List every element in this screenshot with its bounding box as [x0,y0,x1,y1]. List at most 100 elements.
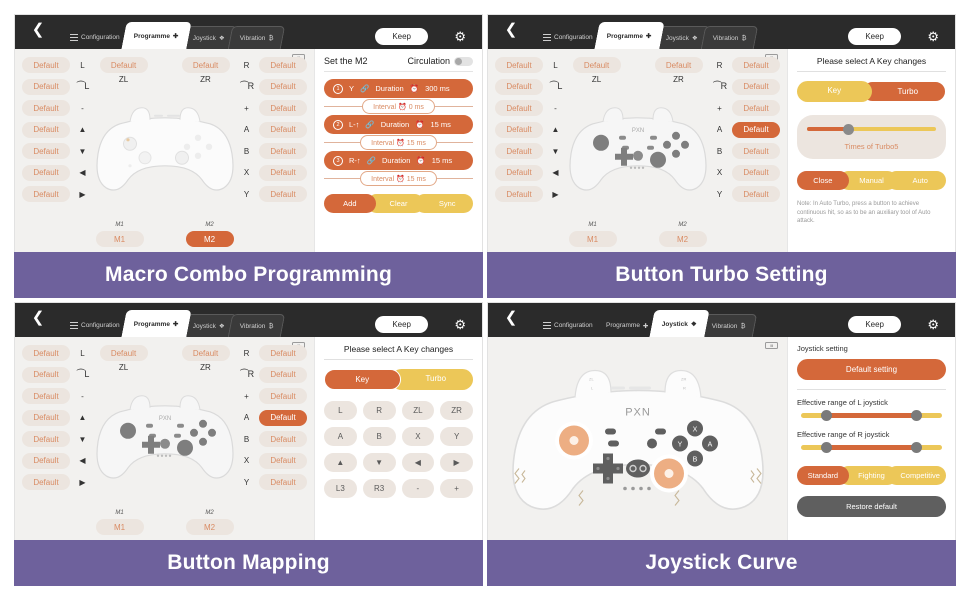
interval-chip[interactable]: Interval ⏰ 0 ms [362,99,435,114]
back-button[interactable]: ❮ [488,15,534,49]
keep-button[interactable]: Keep [848,316,901,333]
key-button[interactable]: A [324,427,357,446]
pill-down[interactable]: Default [22,431,70,447]
pill-y[interactable]: Default [259,474,307,490]
pill-right[interactable]: Default [495,186,543,202]
pill-b[interactable]: Default [259,143,307,159]
pill-lstick[interactable]: Default [22,78,70,95]
pill-r[interactable]: Default [259,57,307,73]
zr-default-pill[interactable]: Default [654,57,703,73]
slider-knob[interactable] [843,123,855,135]
pill-plus[interactable]: Default [732,100,780,116]
tab-vibration[interactable]: Vibration ₿ [227,26,286,49]
keep-button[interactable]: Keep [848,28,901,45]
pill-x[interactable]: Default [259,164,307,181]
pill-up[interactable]: Default [22,409,70,426]
pill-rstick[interactable]: Default [259,78,307,95]
pill-plus[interactable]: Default [259,388,307,404]
key-button[interactable]: ◀ [401,453,435,472]
left-range-knob-max[interactable] [910,410,922,421]
zl-default-pill[interactable]: Default [99,57,148,73]
key-button[interactable]: R3 [362,479,396,498]
tab-configuration[interactable]: Configuration [59,314,131,337]
pill-rstick[interactable]: Default [259,366,307,383]
segment-key[interactable]: Key [797,81,872,102]
key-button[interactable]: Y [440,427,473,446]
zr-default-pill[interactable]: Default [181,57,230,73]
pill-r[interactable]: Default [259,345,307,361]
m2-button[interactable]: M2 [185,519,234,535]
back-button[interactable]: ❮ [15,303,61,337]
pill-b[interactable]: Default [732,143,780,159]
circulation-toggle[interactable] [454,56,473,66]
segment-key[interactable]: Key [324,369,401,390]
key-button[interactable]: - [401,479,435,498]
key-button[interactable]: ZL [401,401,435,420]
left-range-knob-min[interactable] [820,410,832,421]
mode-close[interactable]: Close [797,171,849,190]
tab-joystick[interactable]: Joystick ❖ [649,310,710,337]
key-button[interactable]: ▲ [324,453,357,472]
pill-rstick[interactable]: Default [732,78,780,95]
pill-x[interactable]: Default [732,164,780,181]
zl-default-pill[interactable]: Default [572,57,621,73]
gear-icon[interactable]: ⚙ [454,318,466,331]
keep-button[interactable]: Keep [375,28,428,45]
tab-configuration[interactable]: Configuration [532,26,604,49]
key-button[interactable]: B [362,427,396,446]
gear-icon[interactable]: ⚙ [927,30,939,43]
pill-l[interactable]: Default [22,345,70,361]
zl-default-pill[interactable]: Default [99,345,148,361]
key-button[interactable]: X [401,427,435,446]
m1-button[interactable]: M1 [95,519,144,535]
key-button[interactable]: L3 [324,479,357,498]
tab-vibration[interactable]: Vibration ₿ [700,26,759,49]
pill-r[interactable]: Default [732,57,780,73]
tab-configuration[interactable]: Configuration [532,314,604,337]
pill-down[interactable]: Default [22,143,70,159]
tab-programme[interactable]: Programme ✚ [121,310,191,337]
pill-down[interactable]: Default [495,143,543,159]
segment-turbo[interactable]: Turbo [390,369,473,390]
key-button[interactable]: L [324,401,357,420]
pill-up[interactable]: Default [22,121,70,138]
pill-l[interactable]: Default [22,57,70,73]
pill-plus[interactable]: Default [259,100,307,116]
m1-button[interactable]: M1 [95,231,144,247]
key-button[interactable]: + [440,479,473,498]
tab-programme[interactable]: Programme ✚ [121,22,191,49]
back-button[interactable]: ❮ [15,15,61,49]
pill-lstick[interactable]: Default [22,366,70,383]
back-button[interactable]: ❮ [488,303,534,337]
pill-a[interactable]: Default [259,409,307,426]
right-range-knob-min[interactable] [820,442,832,453]
pill-minus[interactable]: Default [22,388,70,404]
tab-programme[interactable]: Programme ✚ [594,22,664,49]
left-range-slider[interactable] [801,410,942,421]
mode-standard[interactable]: Standard [797,466,849,485]
keep-button[interactable]: Keep [375,316,428,333]
tab-configuration[interactable]: Configuration [59,26,131,49]
gear-icon[interactable]: ⚙ [927,318,939,331]
m2-button[interactable]: M2 [658,231,707,247]
macro-step[interactable]: 1 Y 🔗 Duration ⏰ 300 ms [324,79,473,98]
right-range-slider[interactable] [801,442,942,453]
add-button[interactable]: Add [324,194,376,213]
pill-minus[interactable]: Default [495,100,543,116]
key-button[interactable]: ZR [440,401,473,420]
pill-b[interactable]: Default [259,431,307,447]
pill-y[interactable]: Default [732,186,780,202]
m1-button[interactable]: M1 [568,231,617,247]
pill-minus[interactable]: Default [22,100,70,116]
gear-icon[interactable]: ⚙ [454,30,466,43]
pill-x[interactable]: Default [259,452,307,469]
tab-vibration[interactable]: Vibration ₿ [699,314,758,337]
key-button[interactable]: ▼ [362,453,396,472]
pill-a[interactable]: Default [732,121,780,138]
interval-chip[interactable]: Interval ⏰ 15 ms [360,171,437,186]
pill-left[interactable]: Default [22,452,70,469]
pill-left[interactable]: Default [495,164,543,181]
interval-chip[interactable]: Interval ⏰ 15 ms [360,135,437,150]
pill-a[interactable]: Default [259,121,307,138]
pill-right[interactable]: Default [22,474,70,490]
